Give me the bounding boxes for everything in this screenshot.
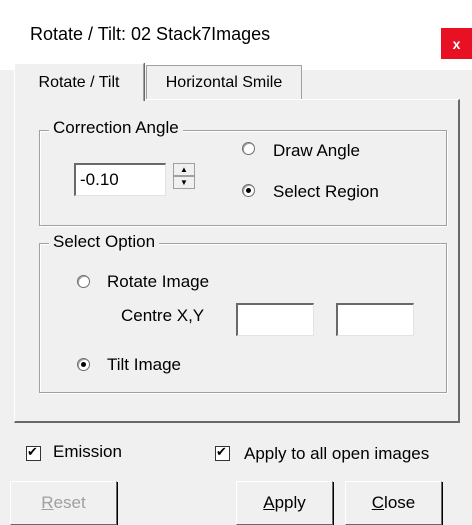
tilt-image-radio[interactable] — [77, 358, 90, 371]
spin-up-icon[interactable]: ▲ — [173, 163, 195, 176]
tab-rotate-tilt[interactable]: Rotate / Tilt — [14, 63, 144, 101]
select-option-legend: Select Option — [49, 232, 160, 252]
select-region-label: Select Region — [273, 182, 379, 201]
correction-angle-legend: Correction Angle — [49, 118, 183, 138]
centre-x-input[interactable] — [236, 303, 314, 336]
apply-button[interactable]: Apply — [236, 481, 333, 525]
apply-button-label: pply — [274, 493, 306, 512]
apply-all-checkbox[interactable] — [215, 444, 230, 461]
tab-panel: Correction Angle -0.10 ▲ ▼ Draw Angle Se… — [14, 99, 460, 423]
tab-horizontal-smile[interactable]: Horizontal Smile — [146, 65, 302, 100]
spin-down-icon[interactable]: ▼ — [173, 176, 195, 189]
centre-xy-label: Centre X,Y — [121, 306, 205, 325]
close-button-mnemonic: C — [371, 493, 385, 512]
apply-button-mnemonic: A — [263, 493, 275, 512]
draw-angle-radio[interactable] — [242, 142, 255, 155]
rotate-image-label: Rotate Image — [107, 272, 210, 291]
reset-button-mnemonic: R — [41, 493, 54, 512]
tab-label: Rotate / Tilt — [38, 73, 120, 91]
centre-y-input[interactable] — [336, 303, 414, 336]
reset-button[interactable]: Reset — [10, 481, 117, 525]
rotate-image-radio[interactable] — [77, 275, 90, 288]
tab-label: Horizontal Smile — [165, 74, 283, 91]
close-icon: x — [452, 35, 461, 52]
emission-label: Emission — [53, 442, 122, 461]
window-title: Rotate / Tilt: 02 Stack7Images — [30, 24, 271, 44]
emission-checkbox[interactable] — [26, 444, 41, 461]
close-window-button[interactable]: x — [441, 28, 472, 59]
select-region-radio[interactable] — [242, 184, 255, 197]
close-button-label: lose — [384, 493, 416, 512]
reset-button-label: eset — [53, 493, 86, 512]
angle-input[interactable]: -0.10 — [74, 163, 166, 196]
apply-all-label: Apply to all open images — [244, 444, 430, 463]
close-button[interactable]: Close — [345, 481, 442, 525]
angle-spinner[interactable]: ▲ ▼ — [173, 163, 195, 189]
title-bar: Rotate / Tilt: 02 Stack7Images x — [0, 0, 472, 70]
draw-angle-label: Draw Angle — [273, 141, 360, 160]
tilt-image-label: Tilt Image — [107, 355, 182, 374]
